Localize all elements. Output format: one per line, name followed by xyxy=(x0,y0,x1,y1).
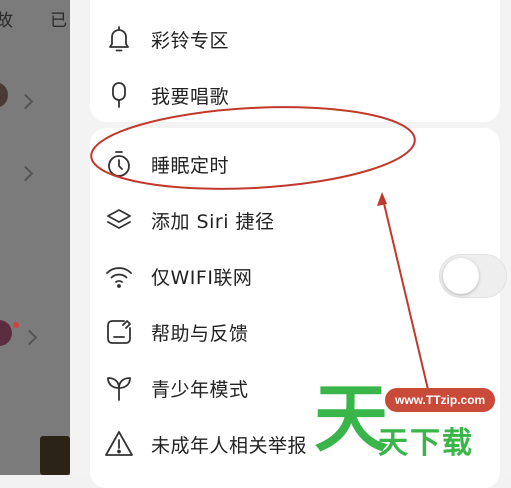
microphone-icon xyxy=(104,80,134,110)
background-avatar xyxy=(0,320,12,346)
menu-item-siri-shortcut[interactable]: 添加 Siri 捷径 xyxy=(90,192,500,248)
menu-label: 帮助与反馈 xyxy=(151,322,249,345)
menu-item-sing[interactable]: 我要唱歌 xyxy=(90,67,500,123)
menu-label: 青少年模式 xyxy=(151,378,249,401)
menu-item-ringtone[interactable]: 彩铃专区 xyxy=(90,11,500,67)
chevron-right-icon xyxy=(17,165,34,182)
background-thumbnail xyxy=(40,436,70,475)
bell-icon xyxy=(104,24,134,54)
background-app-overlay[interactable]: 故 已 xyxy=(0,0,80,475)
watermark-logo: 天 www.TTzip.com 天下载 xyxy=(310,380,510,475)
layers-icon xyxy=(104,205,134,235)
timer-icon xyxy=(104,149,134,179)
background-avatar xyxy=(0,82,8,108)
sprout-icon xyxy=(104,373,134,403)
menu-label: 仅WIFI联网 xyxy=(151,266,253,289)
menu-item-help-feedback[interactable]: 帮助与反馈 xyxy=(90,304,500,360)
wifi-only-toggle[interactable] xyxy=(439,254,507,298)
menu-label: 睡眠定时 xyxy=(151,154,230,177)
notification-dot xyxy=(13,322,19,328)
menu-label: 添加 Siri 捷径 xyxy=(151,210,275,233)
wifi-icon xyxy=(104,261,134,291)
toggle-knob xyxy=(443,258,479,294)
menu-item-sleep-timer[interactable]: 睡眠定时 xyxy=(90,136,500,192)
background-tab-right: 已 xyxy=(50,11,67,31)
menu-item-wifi-only: 仅WIFI联网 xyxy=(90,248,507,304)
menu-label: 彩铃专区 xyxy=(151,29,230,52)
chevron-right-icon xyxy=(17,93,34,110)
background-tab-left: 故 xyxy=(0,11,13,31)
feedback-icon xyxy=(104,317,134,347)
menu-label: 未成年人相关举报 xyxy=(151,434,308,457)
chevron-right-icon xyxy=(21,329,38,346)
watermark-text: 天下载 xyxy=(378,426,474,461)
watermark-url: www.TTzip.com xyxy=(385,388,496,412)
menu-card-top: 彩铃专区 我要唱歌 xyxy=(90,0,500,122)
watermark-big-char: 天 xyxy=(314,376,388,462)
warning-icon xyxy=(104,429,134,459)
menu-label: 我要唱歌 xyxy=(151,85,230,108)
